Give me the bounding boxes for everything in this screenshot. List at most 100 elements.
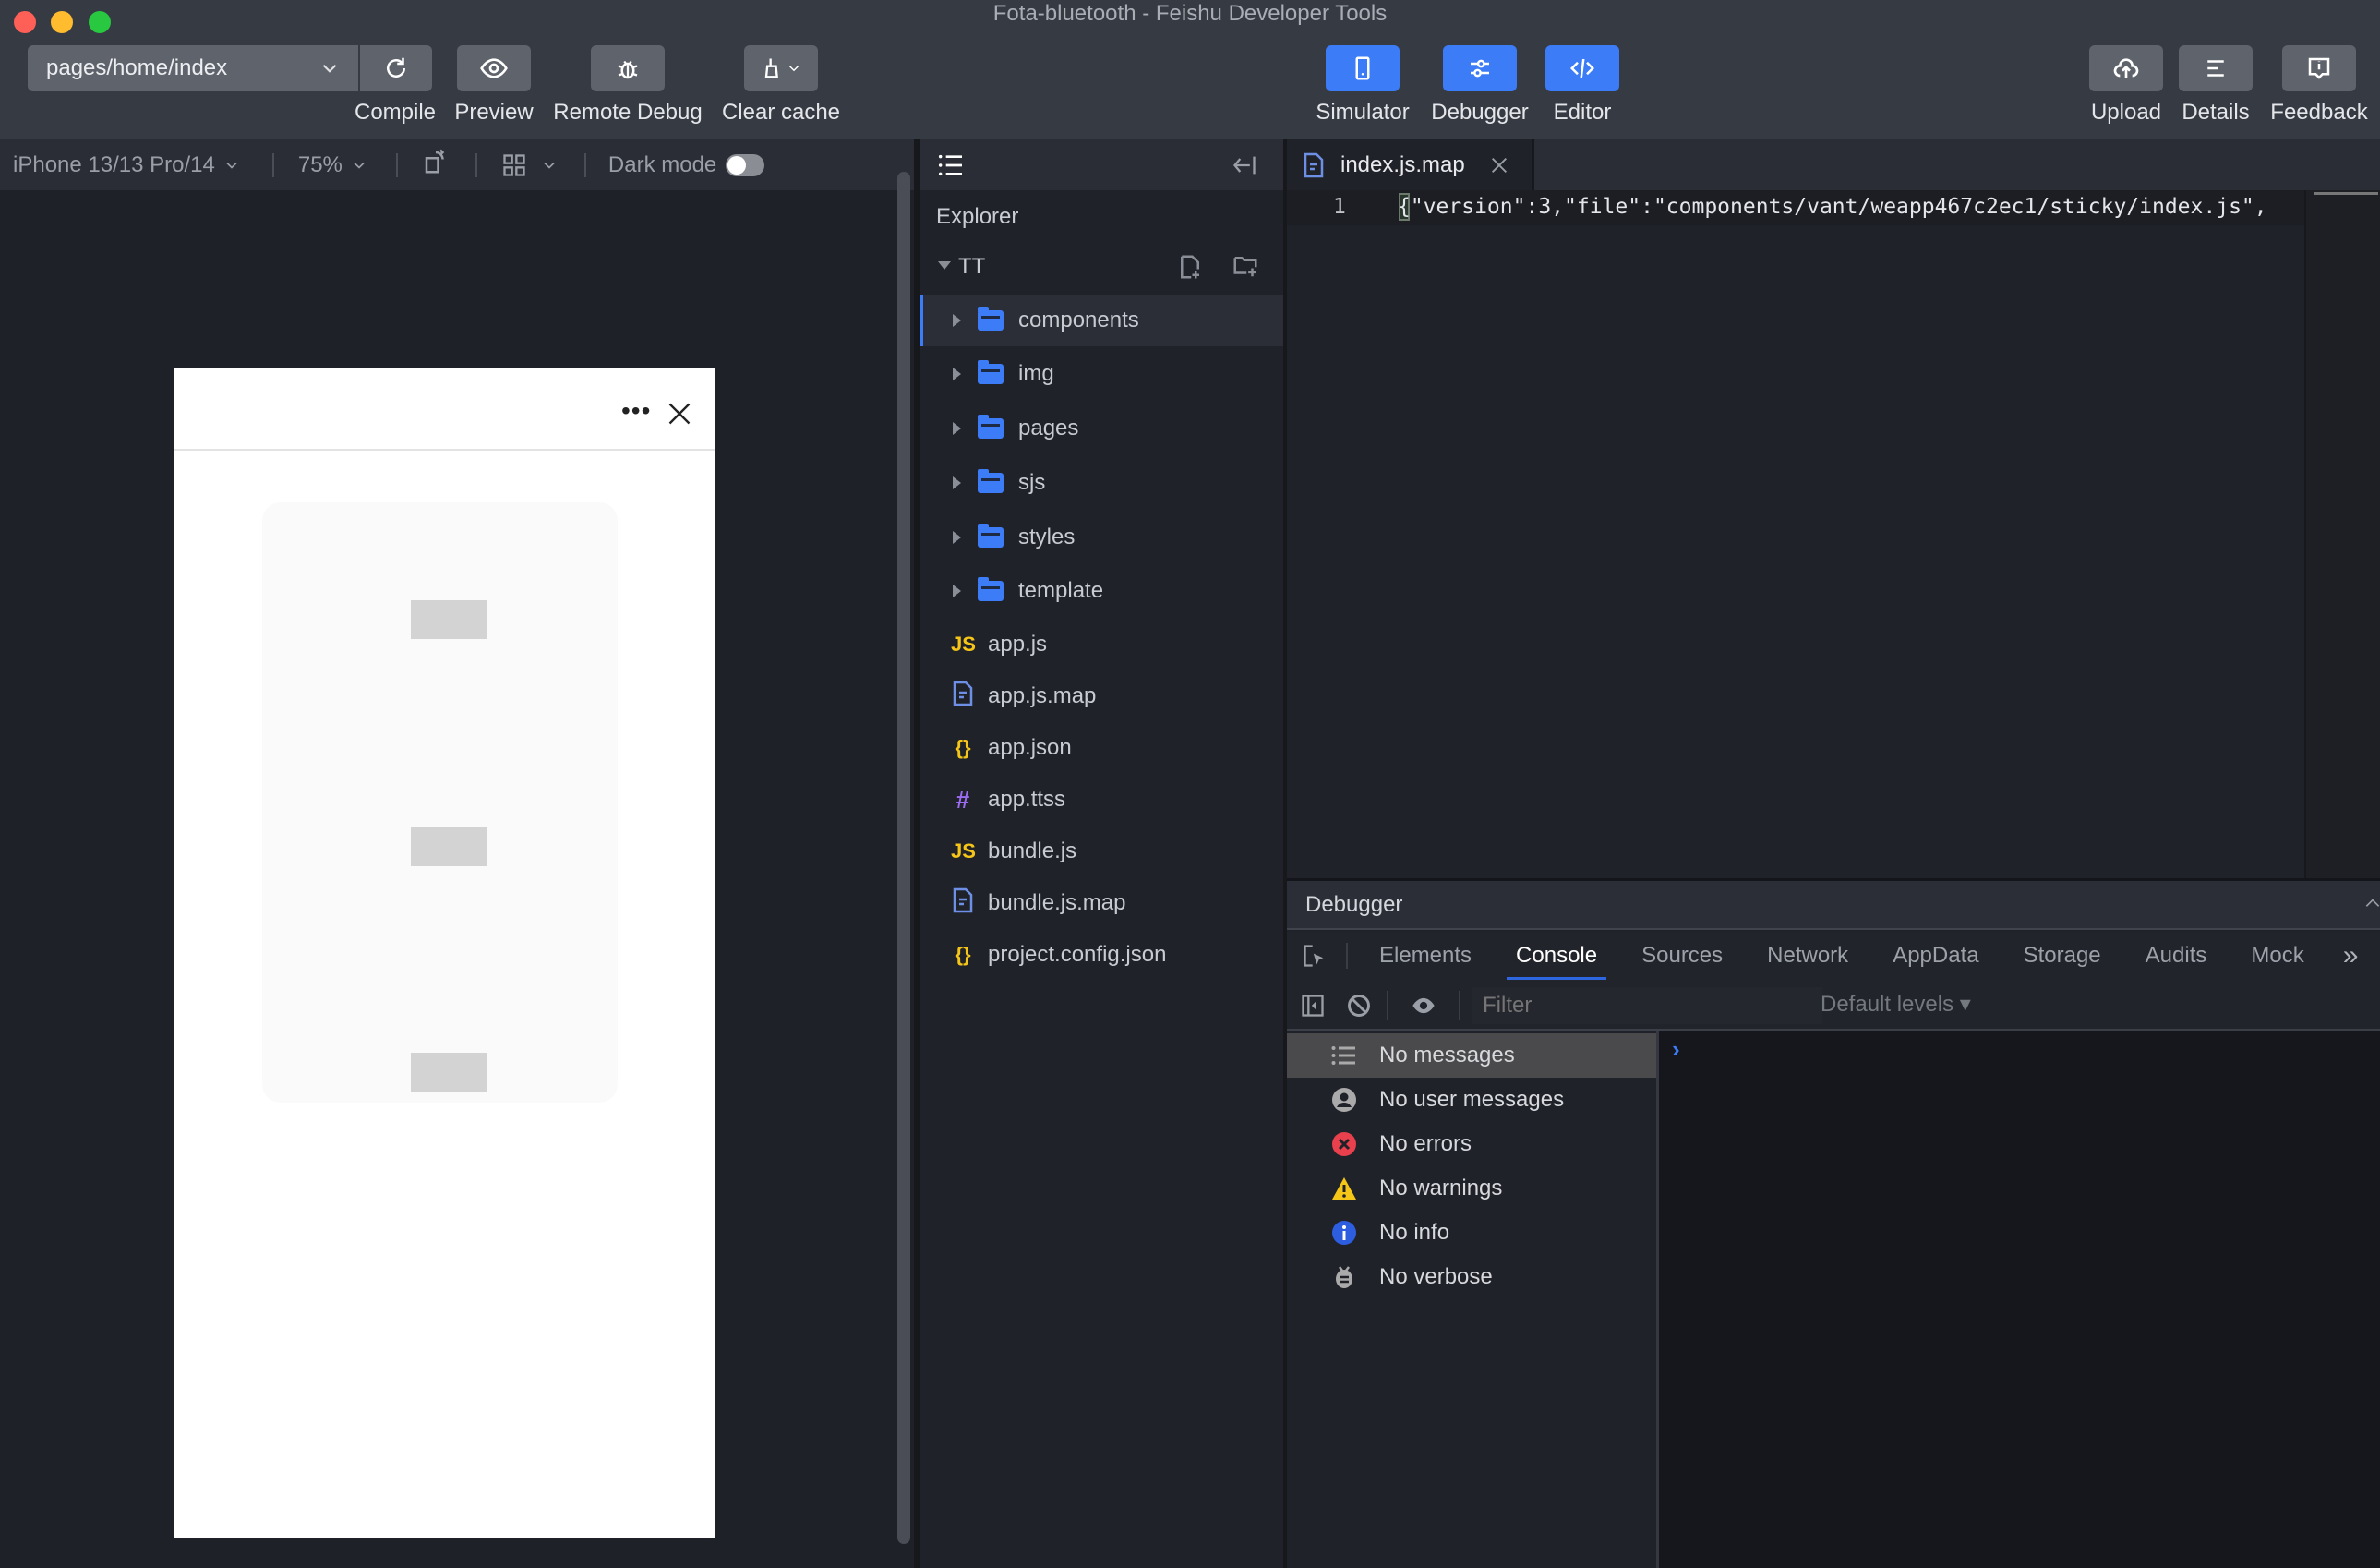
explorer-header [920, 139, 1283, 190]
console-filter-messages[interactable]: No messages [1287, 1033, 1656, 1078]
debugger-label: Debugger [1431, 100, 1529, 125]
phone-screen[interactable]: ••• [174, 368, 715, 1538]
tab-audits[interactable]: Audits [2146, 932, 2207, 980]
details-button[interactable] [2179, 45, 2253, 91]
more-tabs-button[interactable]: » [2343, 940, 2359, 971]
minimap[interactable] [2304, 190, 2380, 878]
console-sidebar: No messages No user messages No errors N… [1287, 1031, 1659, 1568]
device-name: iPhone 13/13 Pro/14 [13, 151, 215, 177]
tree-folder[interactable]: template [920, 565, 1283, 617]
project-root-row[interactable]: TT [920, 245, 1283, 291]
upload-button[interactable] [2089, 45, 2163, 91]
folder-icon [978, 360, 1004, 384]
page-path-select[interactable]: pages/home/index [28, 45, 358, 91]
device-select[interactable]: iPhone 13/13 Pro/14 [13, 152, 241, 178]
new-file-icon[interactable] [1176, 252, 1204, 282]
warning-icon [1331, 1176, 1357, 1201]
tree-folder[interactable]: img [920, 348, 1283, 400]
dark-mode-toggle[interactable] [726, 153, 765, 176]
console-filter-errors[interactable]: No errors [1287, 1122, 1656, 1166]
tree-file[interactable]: {} app.json [920, 722, 1283, 774]
tree-file[interactable]: JS bundle.js [920, 826, 1283, 877]
preview-button[interactable] [457, 45, 531, 91]
bug-icon [618, 60, 638, 79]
tab-mock[interactable]: Mock [2251, 932, 2303, 980]
tab-network[interactable]: Network [1767, 932, 1848, 980]
tree-file[interactable]: # app.ttss [920, 774, 1283, 826]
close-tab-icon[interactable] [1489, 155, 1509, 175]
log-levels-select[interactable]: Default levels ▾ [1821, 991, 1971, 1018]
tree-file[interactable]: app.js.map [920, 670, 1283, 722]
folder-name: template [1018, 578, 1104, 603]
tab-elements[interactable]: Elements [1379, 932, 1472, 980]
folder-icon [978, 524, 1004, 548]
chevron-up-icon[interactable] [2363, 894, 2380, 912]
code-editor: index.js.map 1 {"version":3,"file":"comp… [1287, 139, 2380, 878]
inspect-element-icon[interactable] [1302, 943, 1328, 969]
console-filter-label: No user messages [1379, 1087, 1565, 1112]
folder-name: pages [1018, 416, 1079, 440]
tree-folder[interactable]: sjs [920, 457, 1283, 509]
refresh-icon [387, 57, 405, 78]
new-folder-icon[interactable] [1230, 252, 1261, 280]
eye-icon[interactable] [1409, 993, 1438, 1019]
code-content[interactable]: {"version":3,"file":"components/vant/wea… [1398, 195, 2302, 219]
map-file-icon [1304, 152, 1324, 177]
debugger-toggle-button[interactable] [1443, 45, 1517, 91]
console-filter-warnings[interactable]: No warnings [1287, 1166, 1656, 1211]
editor-toggle-button[interactable] [1545, 45, 1619, 91]
tab-sources[interactable]: Sources [1641, 932, 1723, 980]
tab-storage[interactable]: Storage [2024, 932, 2101, 980]
list-icon [1331, 1043, 1357, 1068]
tree-folder[interactable]: components [920, 295, 1283, 346]
zoom-select[interactable]: 75% [298, 152, 368, 178]
folder-icon [978, 469, 1004, 493]
js-file-icon: JS [951, 839, 976, 862]
bug-icon [1331, 1264, 1357, 1290]
feedback-button[interactable] [2282, 45, 2356, 91]
tree-file[interactable]: {} project.config.json [920, 929, 1283, 981]
tab-console[interactable]: Console [1507, 932, 1607, 980]
console-filter-info[interactable]: No info [1287, 1211, 1656, 1255]
clear-console-icon[interactable] [1346, 993, 1372, 1019]
list-icon[interactable] [936, 151, 966, 180]
layout-select[interactable] [501, 152, 559, 178]
upload-label: Upload [2090, 100, 2162, 125]
remote-debug-button[interactable] [591, 45, 665, 91]
collapse-panel-icon[interactable] [1230, 152, 1259, 178]
editor-tab[interactable]: index.js.map [1287, 139, 1534, 190]
simulator-toggle-button[interactable] [1326, 45, 1400, 91]
compile-button[interactable] [360, 45, 432, 91]
user-icon [1331, 1087, 1357, 1113]
file-name: project.config.json [988, 942, 1167, 967]
skeleton-card [262, 502, 618, 1103]
tree-file[interactable]: JS app.js [920, 619, 1283, 670]
console-filter-input[interactable] [1472, 987, 1822, 1024]
tree-file[interactable]: bundle.js.map [920, 877, 1283, 929]
editor-tab-bar: index.js.map [1287, 139, 2380, 190]
debugger-panel: Debugger Elements Console Sources Networ… [1287, 878, 2380, 1568]
more-dots-icon[interactable]: ••• [621, 396, 651, 426]
editor-label: Editor [1553, 100, 1612, 125]
devtools-tabs: Elements Console Sources Network AppData… [1287, 932, 2380, 980]
folder-icon [978, 307, 1004, 331]
simulator-scrollbar[interactable] [897, 172, 910, 1544]
page-path-value: pages/home/index [46, 55, 228, 80]
console-filter-label: No warnings [1379, 1176, 1503, 1200]
folder-name: sjs [1018, 470, 1046, 495]
console-filter-verbose[interactable]: No verbose [1287, 1255, 1656, 1299]
folder-name: styles [1018, 525, 1076, 549]
chevron-down-icon [788, 66, 799, 72]
rotate-button[interactable] [422, 148, 450, 182]
sidebar-toggle-icon[interactable] [1300, 993, 1326, 1019]
minimap-line [2314, 192, 2378, 195]
console-output[interactable]: › [1659, 1031, 2380, 1568]
close-icon[interactable] [667, 401, 692, 427]
tab-appdata[interactable]: AppData [1893, 932, 1978, 980]
console-filter-user[interactable]: No user messages [1287, 1078, 1656, 1122]
tree-folder[interactable]: pages [920, 403, 1283, 454]
tree-folder[interactable]: styles [920, 512, 1283, 563]
upload-cloud-icon [2113, 58, 2139, 78]
clear-cache-button[interactable] [744, 45, 818, 91]
broom-icon [764, 58, 778, 78]
